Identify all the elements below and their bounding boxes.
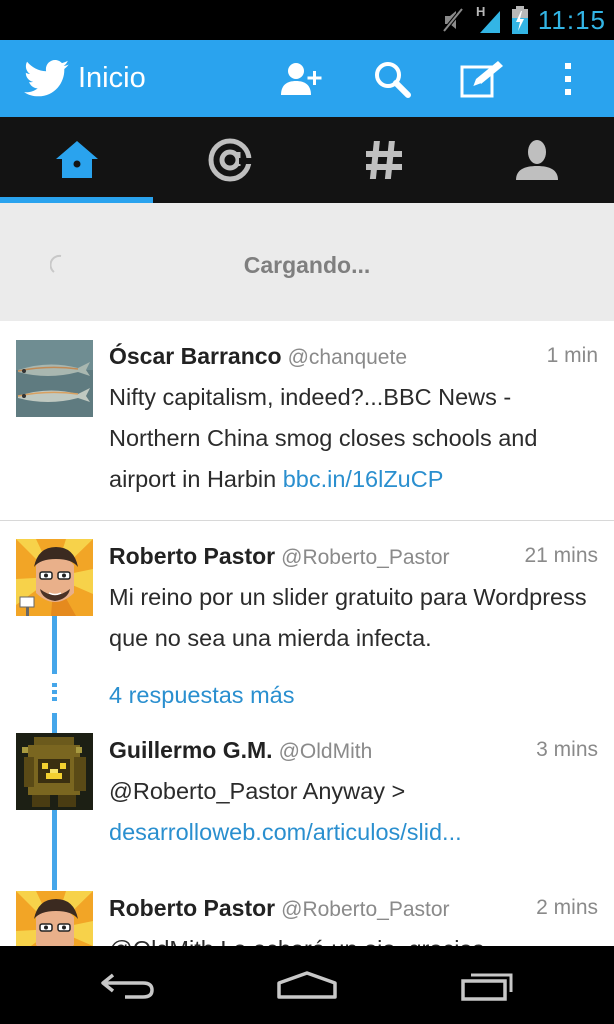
signal-icon bbox=[480, 11, 500, 33]
tweet-link[interactable]: bbc.in/16lZuCP bbox=[283, 466, 444, 492]
author-handle: @Roberto_Pastor bbox=[281, 546, 450, 569]
loading-text: Cargando... bbox=[243, 252, 371, 278]
avatar[interactable] bbox=[16, 733, 93, 810]
avatar[interactable] bbox=[16, 340, 93, 417]
add-user-icon[interactable] bbox=[270, 40, 334, 117]
author-handle: @chanquete bbox=[287, 346, 408, 369]
tweet-text: @Roberto_Pastor Anyway > desarrolloweb.c… bbox=[109, 771, 599, 853]
tweet-text: Mi reino por un slider gratuito para Wor… bbox=[109, 584, 587, 651]
twitter-app-screen: H 11:15 Inicio Cargando... Óscar Barranc… bbox=[0, 0, 614, 1024]
back-icon bbox=[101, 973, 154, 999]
at-icon bbox=[208, 138, 254, 182]
thread-dots bbox=[52, 683, 57, 701]
tweet-author[interactable]: Roberto Pastor @Roberto_Pastor bbox=[109, 543, 450, 570]
tweet-time: 21 mins bbox=[524, 544, 598, 567]
hashtag-icon bbox=[365, 141, 402, 179]
author-handle: @Roberto_Pastor bbox=[281, 898, 450, 921]
avatar[interactable] bbox=[16, 539, 93, 616]
back-button[interactable] bbox=[68, 946, 188, 1024]
twitter-bird-icon[interactable] bbox=[22, 40, 72, 117]
tweet-time: 3 mins bbox=[536, 738, 598, 761]
tab-profile[interactable] bbox=[461, 117, 614, 203]
author-name: Óscar Barranco bbox=[109, 343, 282, 369]
tweet-author[interactable]: Guillermo G.M. @OldMith bbox=[109, 737, 372, 764]
battery-charging-icon bbox=[512, 6, 528, 34]
tweet-text: Nifty capitalism, indeed?...BBC News - N… bbox=[109, 377, 599, 500]
status-time: 11:15 bbox=[537, 5, 606, 35]
recent-apps-button[interactable] bbox=[428, 946, 548, 1024]
overflow-menu-icon[interactable] bbox=[545, 40, 591, 117]
author-handle: @OldMith bbox=[278, 740, 373, 763]
tweet-time: 1 min bbox=[546, 344, 598, 367]
home-button[interactable] bbox=[247, 946, 367, 1024]
home-icon bbox=[55, 141, 98, 178]
tweet-author[interactable]: Óscar Barranco @chanquete bbox=[109, 343, 407, 370]
home-nav-icon bbox=[277, 971, 337, 999]
page-title: Inicio bbox=[78, 62, 146, 94]
tab-home[interactable] bbox=[0, 117, 154, 203]
tweet-item[interactable]: Guillermo G.M. @OldMith 3 mins @Roberto_P… bbox=[0, 715, 614, 875]
author-name: Roberto Pastor bbox=[109, 895, 276, 921]
tweet-item[interactable]: Roberto Pastor @Roberto_Pastor 21 mins Mi… bbox=[0, 521, 614, 671]
tweet-item[interactable]: Óscar Barranco @chanquete 1 min Nifty cap… bbox=[0, 321, 614, 520]
author-name: Roberto Pastor bbox=[109, 543, 276, 569]
tab-bar bbox=[0, 117, 614, 203]
action-bar: Inicio bbox=[0, 40, 614, 117]
tweet-item[interactable]: Roberto Pastor@Roberto_Pastor 2 mins @Ol… bbox=[0, 873, 614, 946]
tweet-text-content: @Roberto_Pastor Anyway > bbox=[109, 778, 406, 804]
tab-discover[interactable] bbox=[307, 117, 461, 203]
tweet-link[interactable]: desarrolloweb.com/articulos/slid... bbox=[109, 812, 599, 853]
compose-icon[interactable] bbox=[450, 40, 514, 117]
tab-mentions[interactable] bbox=[154, 117, 308, 203]
mute-icon bbox=[442, 7, 464, 33]
avatar[interactable] bbox=[16, 891, 93, 946]
tweet-text: @OldMith Le echaré un ojo, gracias bbox=[109, 929, 599, 946]
search-icon[interactable] bbox=[360, 40, 424, 117]
recent-apps-icon bbox=[461, 973, 513, 1001]
more-replies-link[interactable]: 4 respuestas más bbox=[109, 682, 294, 709]
tweet-time: 2 mins bbox=[536, 896, 598, 919]
loading-row: Cargando... bbox=[0, 203, 614, 321]
status-bar: H 11:15 bbox=[0, 0, 614, 40]
tweet-author[interactable]: Roberto Pastor @Roberto_Pastor bbox=[109, 895, 450, 922]
author-name: Guillermo G.M. bbox=[109, 737, 273, 763]
system-nav-bar bbox=[0, 946, 614, 1024]
person-icon bbox=[516, 140, 559, 180]
